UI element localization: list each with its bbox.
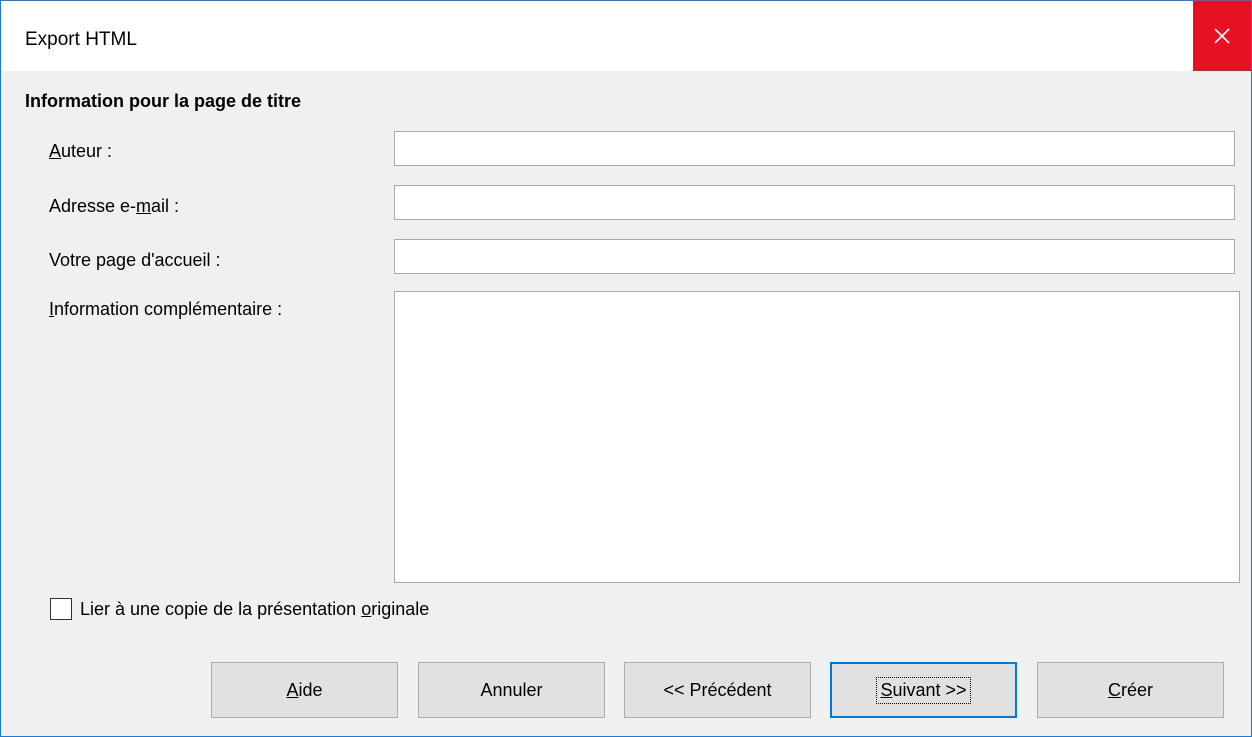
next-button-label: uivant >>	[892, 679, 967, 700]
email-label-mnemonic: m	[136, 196, 152, 216]
next-button[interactable]: Suivant >>	[830, 662, 1017, 718]
next-button-mnemonic: S	[880, 679, 893, 700]
link-original-label-mnemonic: o	[361, 598, 372, 619]
homepage-label: Votre page d'accueil :	[49, 250, 221, 270]
previous-button-label: << Précédent	[663, 679, 772, 700]
link-original-label-rest: riginale	[371, 598, 430, 619]
create-button-mnemonic: C	[1107, 679, 1121, 700]
email-label-text: ail :	[151, 196, 180, 216]
link-original-checkbox-row[interactable]: Lier à une copie de la présentation orig…	[50, 598, 429, 620]
help-button-label: ide	[298, 679, 323, 700]
author-label-mnemonic: A	[49, 141, 62, 161]
email-label: Adresse e-mail :	[49, 196, 179, 217]
window-title: Export HTML	[25, 29, 137, 50]
info-label-text: nformation complémentaire :	[54, 299, 283, 319]
author-label: Auteur :	[49, 141, 112, 162]
cancel-button[interactable]: Annuler	[418, 662, 605, 718]
info-label: Information complémentaire :	[49, 299, 282, 320]
help-button[interactable]: Aide	[211, 662, 398, 718]
create-button-label: réer	[1120, 679, 1153, 700]
next-button-focus-ring: Suivant >>	[876, 676, 971, 704]
close-icon	[1214, 28, 1230, 44]
help-button-mnemonic: A	[286, 679, 299, 700]
previous-button[interactable]: << Précédent	[624, 662, 811, 718]
title-bar: Export HTML	[1, 1, 1251, 71]
author-label-text: uteur :	[61, 141, 113, 161]
author-input[interactable]	[394, 131, 1235, 166]
info-textarea[interactable]	[394, 291, 1240, 583]
email-label-prefix: Adresse e-	[49, 196, 137, 216]
export-html-dialog: Export HTML Information pour la page de …	[0, 0, 1252, 737]
link-original-checkbox[interactable]	[50, 598, 72, 620]
section-heading: Information pour la page de titre	[25, 91, 302, 111]
homepage-input[interactable]	[394, 239, 1235, 274]
link-original-label-prefix: Lier à une copie de la présentation	[80, 598, 362, 619]
cancel-button-label: Annuler	[480, 679, 543, 700]
email-input[interactable]	[394, 185, 1235, 220]
link-original-label[interactable]: Lier à une copie de la présentation orig…	[80, 599, 429, 620]
close-button[interactable]	[1193, 1, 1251, 71]
create-button[interactable]: Créer	[1037, 662, 1224, 718]
